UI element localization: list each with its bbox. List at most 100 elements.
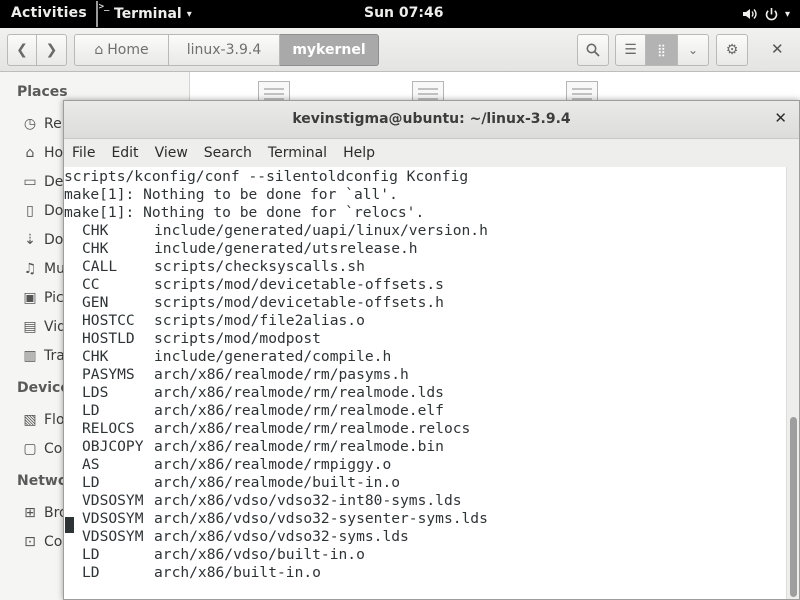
menu-edit[interactable]: Edit: [111, 145, 138, 161]
menu-help[interactable]: Help: [343, 145, 375, 161]
home-icon: ⌂: [94, 42, 104, 58]
sidebar-item-computer[interactable]: ▢ Co: [22, 438, 62, 460]
grid-view-icon: ⣿: [657, 43, 666, 57]
documents-icon: ▯: [26, 203, 34, 219]
build-line: VDSOSYM arch/x86/vdso/vdso32-int80-syms.l…: [64, 492, 786, 510]
app-menu[interactable]: >_ Terminal ▾: [96, 0, 192, 28]
menu-search[interactable]: Search: [204, 145, 252, 161]
sidebar-item-label: Tra: [44, 348, 65, 364]
top-bar: Activities >_ Terminal ▾ Sun 07:46 ▾: [0, 0, 800, 28]
downloads-icon: ⇣: [24, 232, 36, 248]
back-button[interactable]: ❮: [7, 34, 37, 66]
scrollbar[interactable]: [786, 167, 799, 599]
sidebar-item-label: Re: [44, 116, 62, 132]
list-view-icon: ☰: [624, 42, 637, 58]
sidebar-item-home[interactable]: ⌂ Ho: [22, 142, 64, 164]
window-title: kevinstigma@ubuntu: ~/linux-3.9.4: [292, 111, 571, 127]
menu-bar: File Edit View Search Terminal Help: [64, 139, 799, 167]
close-icon[interactable]: ✕: [771, 40, 784, 58]
pictures-icon: ▣: [23, 290, 37, 306]
build-line: CALL scripts/checksyscalls.sh: [64, 258, 786, 276]
terminal-output[interactable]: scripts/kconfig/conf --silentoldconfig K…: [64, 167, 786, 599]
terminal-titlebar[interactable]: kevinstigma@ubuntu: ~/linux-3.9.4 ✕: [64, 101, 799, 139]
menu-view[interactable]: View: [155, 145, 188, 161]
forward-button[interactable]: ❯: [37, 34, 67, 66]
path-bar: ⌂ Home linux-3.9.4 mykernel: [74, 34, 379, 66]
caret-down-icon: ▾: [784, 8, 790, 20]
sidebar-item-label: Pic: [44, 290, 64, 306]
forward-icon: ❯: [45, 42, 58, 58]
search-icon: [586, 43, 600, 57]
build-step-tag: OBJCOPY: [82, 438, 144, 455]
videos-icon: ▤: [23, 319, 37, 335]
build-step-path: arch/x86/realmode/rm/pasyms.h: [154, 366, 409, 383]
path-home[interactable]: ⌂ Home: [74, 34, 169, 66]
sidebar-item-desktop[interactable]: ▭ De: [22, 171, 63, 193]
clock[interactable]: Sun 07:46: [364, 5, 443, 21]
activities-button[interactable]: Activities: [11, 5, 87, 21]
sidebar-item-connect-server[interactable]: ⊡ Co: [22, 531, 62, 553]
build-step-path: scripts/mod/devicetable-offsets.s: [154, 276, 444, 293]
menu-terminal[interactable]: Terminal: [268, 145, 327, 161]
grid-view-button[interactable]: ⣿: [646, 34, 678, 66]
back-icon: ❮: [16, 42, 28, 58]
recent-icon: ◷: [23, 116, 37, 132]
network-icon: ⊞: [24, 505, 36, 521]
build-step-tag: HOSTCC: [82, 312, 135, 329]
build-line: AS arch/x86/realmode/rmpiggy.o: [64, 456, 786, 474]
sidebar-item-music[interactable]: ♫ Mu: [22, 258, 65, 280]
sidebar-item-trash[interactable]: ▥ Tra: [22, 345, 65, 367]
settings-button[interactable]: ⚙: [716, 34, 748, 66]
close-icon[interactable]: ✕: [774, 109, 787, 127]
path-mykernel[interactable]: mykernel: [280, 34, 379, 66]
view-options-button[interactable]: ⌄: [678, 34, 709, 66]
sidebar-item-recent[interactable]: ◷ Re: [22, 113, 62, 135]
build-line: LD arch/x86/vdso/built-in.o: [64, 546, 786, 564]
build-step-tag: HOSTLD: [82, 330, 135, 347]
speaker-icon: [742, 9, 757, 19]
sidebar-item-label: Co: [44, 534, 63, 550]
network-header: Netwo: [17, 473, 68, 489]
sidebar-item-label: Do: [44, 203, 64, 219]
build-line: VDSOSYM arch/x86/vdso/vdso32-syms.lds: [64, 528, 786, 546]
build-line: HOSTCC scripts/mod/file2alias.o: [64, 312, 786, 330]
system-status-menu[interactable]: ▾: [742, 0, 790, 28]
build-step-tag: LD: [82, 402, 100, 419]
menu-file[interactable]: File: [72, 145, 95, 161]
build-step-path: scripts/mod/modpost: [154, 330, 321, 347]
build-step-tag: LD: [82, 564, 100, 581]
path-linux[interactable]: linux-3.9.4: [169, 34, 280, 66]
search-button[interactable]: [577, 34, 609, 66]
build-step-path: arch/x86/vdso/vdso32-syms.lds: [154, 528, 409, 545]
terminal-window: kevinstigma@ubuntu: ~/linux-3.9.4 ✕ File…: [63, 100, 800, 600]
trash-icon: ▥: [23, 348, 37, 364]
chevron-down-icon: ⌄: [687, 43, 699, 57]
sidebar-item-label: Ho: [44, 145, 64, 161]
build-step-tag: LD: [82, 546, 100, 563]
sidebar-item-pictures[interactable]: ▣ Pic: [22, 287, 64, 309]
sidebar-item-downloads[interactable]: ⇣ Do: [22, 229, 63, 251]
sidebar-item-floppy[interactable]: ▧ Flo: [22, 409, 65, 431]
build-step-tag: RELOCS: [82, 420, 135, 437]
home-icon: ⌂: [25, 145, 35, 161]
build-line: LD arch/x86/built-in.o: [64, 564, 786, 582]
build-line: LDS arch/x86/realmode/rm/realmode.lds: [64, 384, 786, 402]
build-line: CHK include/generated/compile.h: [64, 348, 786, 366]
list-view-button[interactable]: ☰: [615, 34, 646, 66]
terminal-line: make[1]: Nothing to be done for `relocs'…: [64, 204, 425, 221]
floppy-icon: ▧: [23, 412, 37, 428]
build-step-path: arch/x86/built-in.o: [154, 564, 321, 581]
sidebar-item-label: Flo: [44, 412, 65, 428]
build-step-tag: GEN: [82, 294, 109, 311]
build-line: CHK include/generated/utsrelease.h: [64, 240, 786, 258]
sidebar-item-videos[interactable]: ▤ Vid: [22, 316, 66, 338]
sidebar-item-browse-network[interactable]: ⊞ Bro: [22, 502, 68, 524]
computer-icon: ▢: [23, 441, 37, 457]
sidebar-item-documents[interactable]: ▯ Do: [22, 200, 63, 222]
build-line: VDSOSYM arch/x86/vdso/vdso32-sysenter-sym…: [64, 510, 786, 528]
build-step-tag: LDS: [82, 384, 109, 401]
build-line: HOSTLD scripts/mod/modpost: [64, 330, 786, 348]
sidebar-item-label: Do: [44, 232, 64, 248]
connect-icon: ⊡: [24, 534, 36, 550]
scrollbar-thumb[interactable]: [790, 417, 797, 597]
